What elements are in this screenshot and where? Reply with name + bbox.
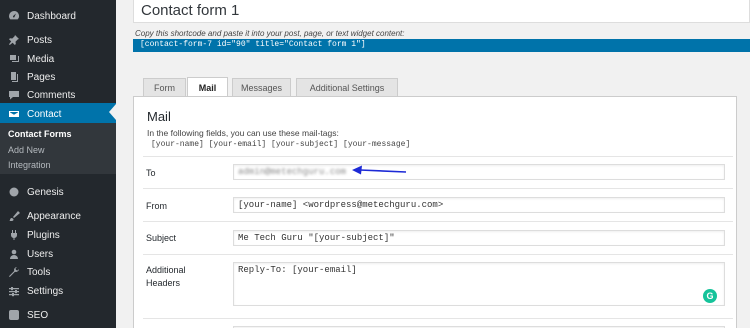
mail-tags-description: In the following fields, you can use the… <box>147 128 339 138</box>
menu-label: Appearance <box>27 210 81 222</box>
annotation-arrow-icon <box>352 165 407 175</box>
genesis-icon <box>7 186 20 199</box>
shortcode-box[interactable]: [contact-form-7 id="90" title="Contact f… <box>133 39 750 52</box>
menu-label: Dashboard <box>27 10 76 22</box>
shortcode-hint: Copy this shortcode and paste it into yo… <box>135 29 405 38</box>
tab-label: Mail <box>198 82 217 93</box>
row-divider <box>143 318 733 319</box>
media-icon <box>7 53 20 66</box>
row-divider <box>143 188 733 189</box>
pages-icon <box>7 71 20 84</box>
mail-tags-list: [your-name] [your-email] [your-subject] … <box>151 140 411 149</box>
tab-label: Additional Settings <box>309 83 385 93</box>
to-field[interactable]: admin@metechguru.com <box>233 164 725 180</box>
row-divider <box>143 254 733 255</box>
menu-label: Media <box>27 53 55 65</box>
tab-form[interactable]: Form <box>143 78 186 97</box>
menu-label: Users <box>27 248 54 260</box>
grammarly-letter: G <box>706 291 714 301</box>
subject-value: Me Tech Guru "[your-subject]" <box>238 233 395 243</box>
grammarly-icon[interactable]: G <box>703 289 717 303</box>
sliders-icon <box>7 285 20 298</box>
tab-mail[interactable]: Mail <box>187 77 228 97</box>
form-title-input[interactable]: Contact form 1 <box>133 0 750 23</box>
from-value: [your-name] <wordpress@metechguru.com> <box>238 200 444 210</box>
to-label: To <box>146 168 156 178</box>
submenu-add-new[interactable]: Add New <box>8 145 45 155</box>
headers-value: Reply-To: [your-email] <box>238 265 357 275</box>
menu-genesis[interactable]: Genesis <box>0 181 116 203</box>
menu-label: Contact <box>27 108 62 120</box>
submenu-integration[interactable]: Integration <box>8 160 51 170</box>
pin-icon <box>7 34 20 47</box>
subject-field[interactable]: Me Tech Guru "[your-subject]" <box>233 230 725 246</box>
menu-settings[interactable]: Settings <box>0 280 116 302</box>
menu-label: Plugins <box>27 229 60 241</box>
dashboard-icon <box>7 10 20 23</box>
headers-textarea[interactable]: Reply-To: [your-email] <box>233 262 725 306</box>
tab-additional-settings[interactable]: Additional Settings <box>296 78 398 97</box>
admin-sidebar: Dashboard Posts Media Pages Comments Con… <box>0 0 116 328</box>
menu-contact[interactable]: Contact <box>0 103 116 125</box>
menu-label: Pages <box>27 71 56 83</box>
headers-label-line2: Headers <box>146 278 181 288</box>
row-divider <box>143 156 733 157</box>
menu-label: Comments <box>27 89 76 101</box>
tab-label: Messages <box>240 83 283 93</box>
menu-dashboard[interactable]: Dashboard <box>0 5 116 27</box>
wrench-icon <box>7 266 20 279</box>
mail-icon <box>7 108 20 121</box>
from-label: From <box>146 201 167 211</box>
mail-panel: Mail In the following fields, you can us… <box>133 96 737 328</box>
menu-label: Settings <box>27 285 64 297</box>
menu-label: Genesis <box>27 186 64 198</box>
mail-section-title: Mail <box>147 109 171 124</box>
menu-label: Posts <box>27 34 53 46</box>
comment-icon <box>7 89 20 102</box>
tab-label: Form <box>154 83 175 93</box>
submenu-contact-forms[interactable]: Contact Forms <box>8 129 72 139</box>
tab-messages[interactable]: Messages <box>232 78 291 97</box>
contact-submenu: Contact Forms Add New Integration <box>0 123 116 174</box>
form-title: Contact form 1 <box>141 2 240 19</box>
row-divider <box>143 221 733 222</box>
shortcode-text: [contact-form-7 id="90" title="Contact f… <box>140 40 366 49</box>
menu-seo[interactable]: SEO <box>0 304 116 326</box>
active-menu-arrow <box>109 104 116 120</box>
menu-label: Tools <box>27 266 51 278</box>
seo-icon <box>7 309 20 322</box>
headers-label-line1: Additional <box>146 265 186 275</box>
users-icon <box>7 248 20 261</box>
to-value: admin@metechguru.com <box>238 167 347 177</box>
menu-label: SEO <box>27 309 49 321</box>
plug-icon <box>7 229 20 242</box>
subject-label: Subject <box>146 233 177 243</box>
from-field[interactable]: [your-name] <wordpress@metechguru.com> <box>233 197 725 213</box>
brush-icon <box>7 210 20 223</box>
